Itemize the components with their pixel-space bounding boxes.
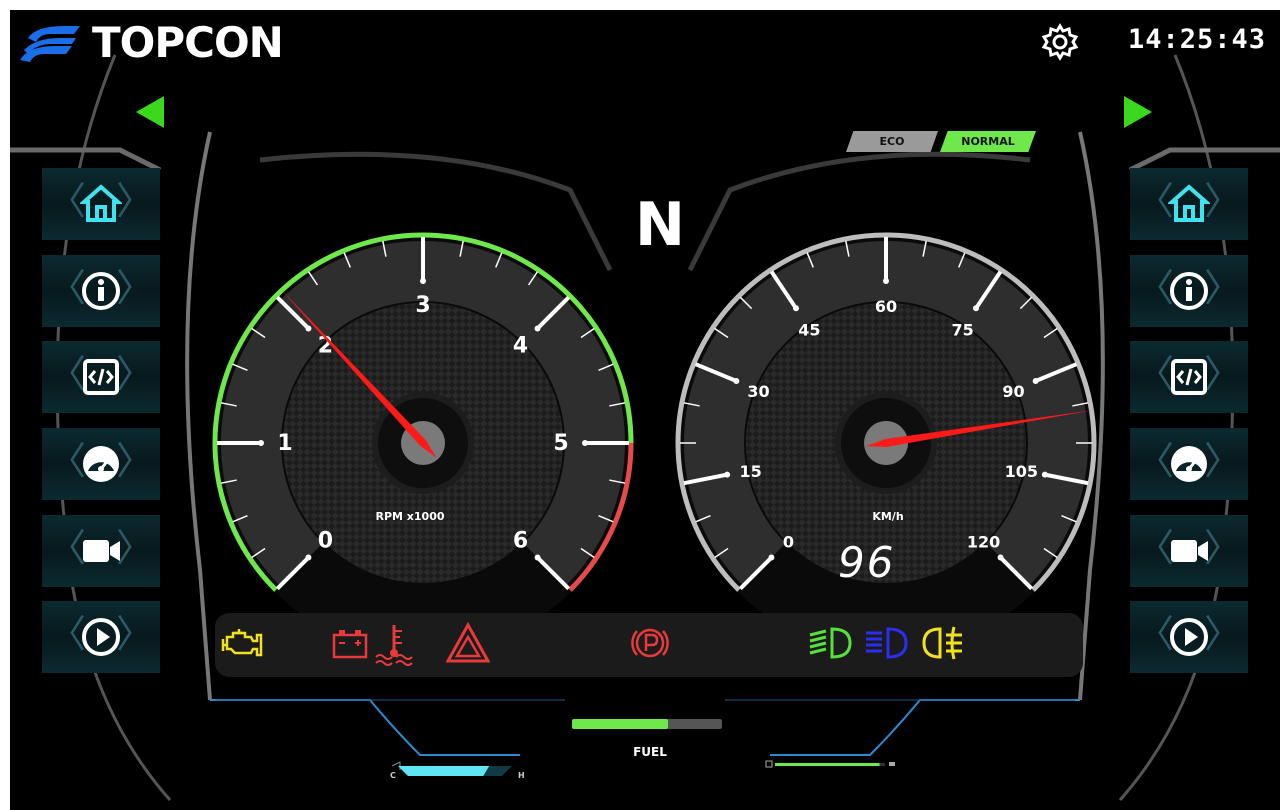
speed-tick-label: 15 [740,462,762,481]
temperature-gauge: C H [390,761,525,780]
coolant-icon [375,625,413,666]
speed-tick-label: 45 [798,320,820,339]
speed-tick-dot [724,471,731,478]
speed-tick-dot [733,378,740,385]
fog-light-icon [922,626,962,660]
engine-icon [221,629,263,657]
rpm-tick-label: 3 [415,293,430,318]
speed-tick-label: 90 [1002,382,1024,401]
speed-tick-dot [1041,471,1048,478]
rpm-tick-dot [534,554,541,561]
speed-tick-label: 30 [747,382,769,401]
high-beam-icon [866,627,908,659]
rpm-tick-label: 4 [513,333,528,358]
speed-tick-dot [1032,378,1039,385]
speed-tick-dot [973,305,980,312]
rpm-tick-label: 6 [513,529,528,554]
rpm-unit-label: RPM x1000 [375,510,445,523]
rpm-tick-dot [258,440,264,446]
bottom-right-mini-gauge [765,760,895,768]
speed-tick-label: 105 [1005,462,1038,481]
dashboard-screen: TOPCON 14:25:43 ECO NORMAL N 〈〉 〈〉 〈〉 〈〉… [10,10,1280,810]
parking-brake-icon [631,628,669,658]
speed-unit-label: KM/h [872,510,904,523]
rpm-tick-dot [582,440,588,446]
low-beam-icon [809,627,852,659]
fuel-bar [572,719,722,729]
rpm-tick-dot [420,278,426,284]
speed-tick-dot [768,554,775,561]
rpm-tick-label: 1 [277,431,292,456]
speed-tick-label: 120 [967,533,1000,552]
speed-tick-dot [792,305,799,312]
speed-tick-label: 75 [952,320,974,339]
rpm-tick-label: 0 [318,529,333,554]
speed-gauge: 0 15 30 45 60 75 90 105 120 [675,232,1097,653]
hazard-icon [446,621,490,663]
speed-tick-label: 0 [783,533,794,552]
rpm-tick-label: 5 [553,431,568,456]
rpm-tick-dot [305,554,312,561]
speed-tick-dot [997,554,1004,561]
temperature-high-label: H [518,771,525,780]
battery-icon [332,630,368,659]
speed-digital-readout: 96 [838,538,896,587]
temperature-low-label: C [390,771,396,780]
gauges: 0123456 0153045607590105120 [212,232,1097,653]
rpm-tick-dot [305,325,312,332]
speed-tick-label: 60 [875,297,897,316]
rpm-tick-dot [534,325,541,332]
speed-tick-dot [883,278,889,284]
fuel-label: FUEL [633,745,667,759]
rpm-gauge: 0123456 [212,232,634,653]
